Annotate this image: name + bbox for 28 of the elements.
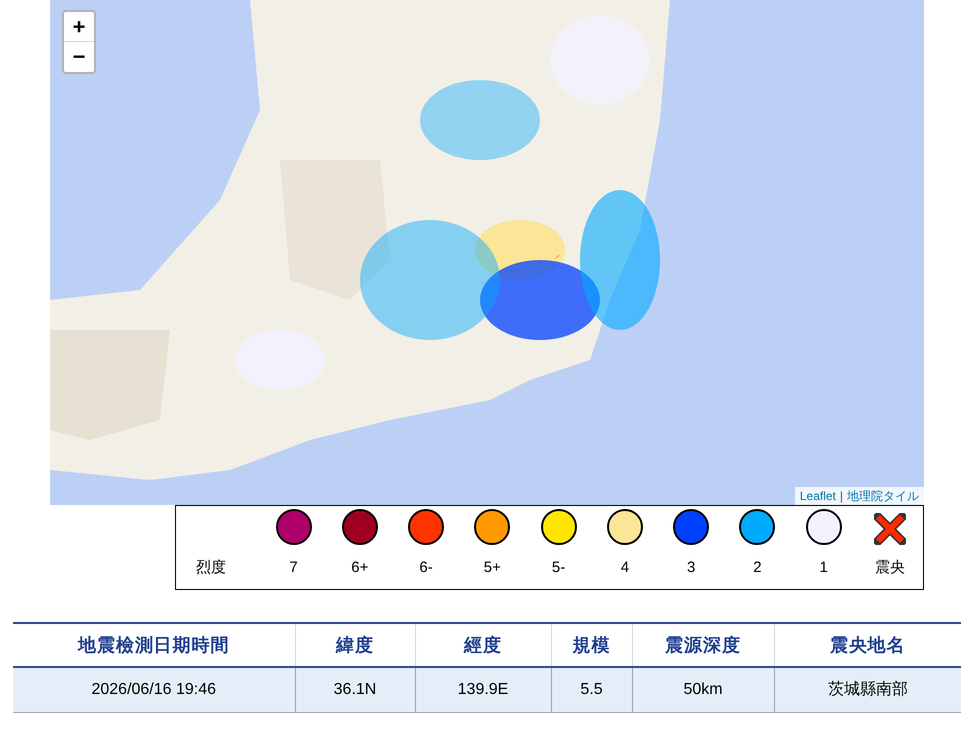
legend-label: 2	[753, 558, 762, 578]
legend-label: 3	[686, 558, 696, 578]
legend-label: 震央	[874, 558, 905, 578]
legend-title: 烈度	[196, 558, 227, 578]
separator-text: |	[840, 488, 843, 505]
table-cell: 2026/06/16 19:46	[13, 667, 295, 712]
legend-label: 4	[620, 558, 630, 578]
column-header: 震央地名	[774, 623, 961, 667]
column-header: 經度	[415, 623, 551, 667]
table-cell: 5.5	[551, 667, 632, 712]
column-header: 規模	[551, 623, 632, 667]
table-cell: 50km	[632, 667, 774, 712]
table-cell: 139.9E	[415, 667, 551, 712]
column-header: 震源深度	[632, 623, 774, 667]
table-cell: 36.1N	[295, 667, 415, 712]
legend-label: 5+	[484, 558, 501, 578]
legend-label: 7	[289, 558, 298, 578]
legend-label: 1	[819, 558, 828, 578]
legend-label: 5-	[552, 558, 566, 578]
table-cell: 茨城縣南部	[774, 667, 961, 712]
legend-label: 6-	[419, 558, 433, 578]
attribution-link[interactable]: Leaflet	[800, 487, 836, 505]
legend-label: 6+	[351, 558, 368, 578]
attribution-link[interactable]: 地理院タイル	[847, 487, 919, 505]
column-header: 地震檢測日期時間	[13, 623, 295, 667]
zoom-in-button[interactable]: +	[64, 12, 94, 42]
zoom-out-button[interactable]: −	[64, 42, 94, 72]
column-header: 緯度	[295, 623, 415, 667]
